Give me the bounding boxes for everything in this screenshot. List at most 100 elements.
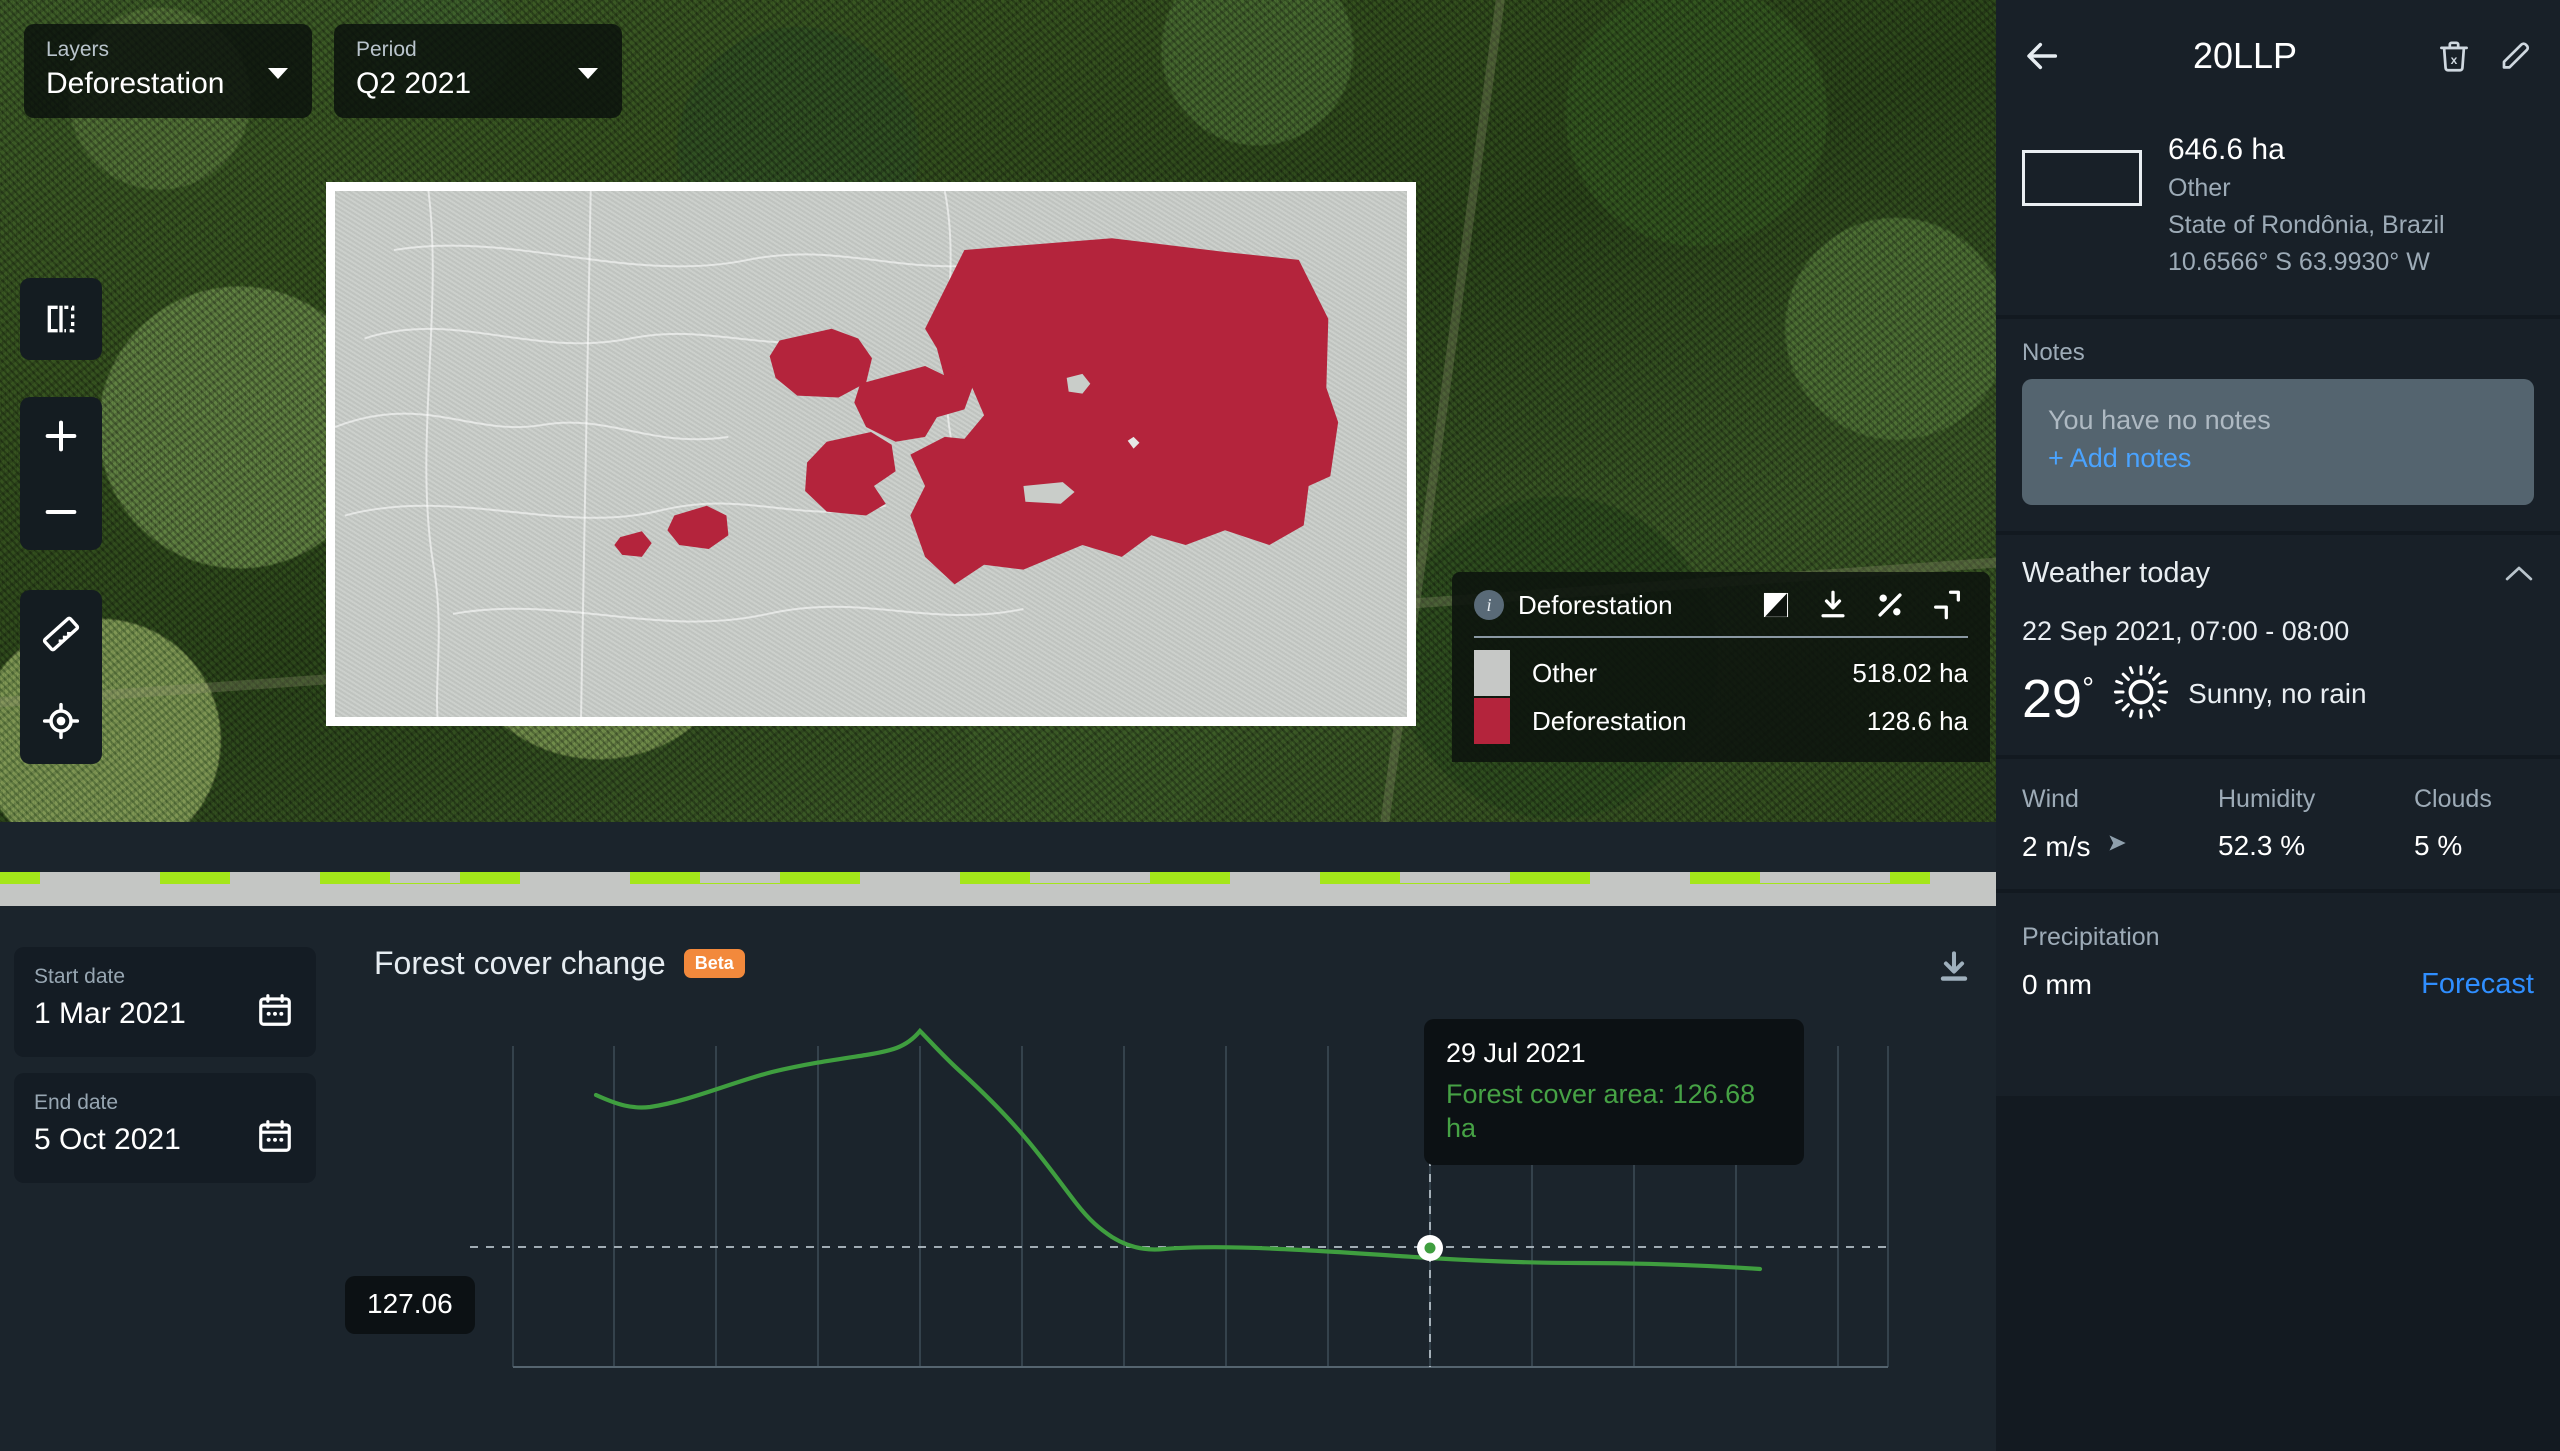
legend-value-deforestation: 128.6 ha	[1866, 705, 1968, 736]
precipitation-row: 0 mm Forecast	[2022, 968, 2534, 1001]
measure-button[interactable]	[20, 590, 102, 677]
satellite-map[interactable]: Layers Deforestation Period Q2 2021 i De…	[0, 0, 1996, 822]
weather-collapse-button[interactable]	[2504, 564, 2534, 584]
page-title: 20LLP	[2192, 35, 2298, 76]
weather-condition: Sunny, no rain	[2188, 678, 2367, 709]
chart-tooltip: 29 Jul 2021 Forest cover area: 126.68 ha	[1424, 1019, 1804, 1165]
aoi-area: 646.6 ha	[2168, 133, 2285, 166]
sidebar-actions: x	[2436, 38, 2534, 74]
forest-cover-chart[interactable]	[0, 917, 1996, 1451]
strip-notch	[1760, 872, 1890, 883]
map-tool-stack	[20, 278, 102, 764]
weather-metrics: Wind 2 m/s Humidity 52.3 % Clouds 5 %	[1996, 759, 2560, 889]
zoom-controls	[20, 397, 102, 550]
layers-dropdown-value: Deforestation	[46, 67, 225, 100]
weather-humidity: Humidity 52.3 %	[2218, 785, 2414, 863]
split-view-button[interactable]	[20, 278, 102, 360]
clouds-label: Clouds	[2414, 785, 2492, 813]
strip-notch	[390, 872, 460, 883]
humidity-value: 52.3 %	[2218, 830, 2306, 861]
percent-icon[interactable]	[1873, 588, 1907, 622]
notes-section: Notes You have no notes + Add notes	[1996, 319, 2560, 531]
aoi-summary: 646.6 ha Other State of Rondônia, Brazil…	[1996, 112, 2560, 315]
download-icon[interactable]	[1816, 588, 1850, 622]
deforestation-polygons	[614, 238, 1339, 585]
legend-row-deforestation: Deforestation 128.6 ha	[1474, 698, 1968, 744]
strip-notch	[1400, 872, 1510, 883]
weather-section: Weather today 22 Sep 2021, 07:00 - 08:00…	[1996, 535, 2560, 755]
tooltip-value: Forest cover area: 126.68 ha	[1446, 1079, 1756, 1143]
strip-notch	[230, 872, 320, 884]
app-root: Layers Deforestation Period Q2 2021 i De…	[0, 0, 2560, 1451]
map-filter-bar: Layers Deforestation Period Q2 2021	[24, 24, 622, 118]
period-dropdown[interactable]: Period Q2 2021	[334, 24, 622, 118]
wind-label: Wind	[2022, 785, 2079, 813]
chevron-up-icon	[2505, 566, 2533, 580]
aoi-thumbnail	[2022, 150, 2142, 206]
legend-action-icons	[1759, 588, 1968, 622]
delete-button[interactable]: x	[2436, 38, 2472, 74]
layers-dropdown[interactable]: Layers Deforestation	[24, 24, 312, 118]
wind-direction-icon	[2104, 830, 2130, 863]
legend-title: Deforestation	[1518, 589, 1673, 620]
compare-image-icon[interactable]	[1759, 588, 1793, 622]
strip-notch	[1030, 872, 1150, 883]
precipitation-section: Precipitation 0 mm Forecast	[1996, 893, 2560, 1027]
minus-icon	[45, 509, 77, 514]
trash-icon: x	[2440, 41, 2468, 72]
notes-label: Notes	[2022, 339, 2085, 366]
period-dropdown-value: Q2 2021	[356, 67, 472, 100]
add-notes-link[interactable]: + Add notes	[2048, 439, 2508, 477]
notes-box[interactable]: You have no notes + Add notes	[2022, 379, 2534, 505]
weather-datetime: 22 Sep 2021, 07:00 - 08:00	[2022, 616, 2350, 646]
strip-notch	[1230, 872, 1320, 884]
weather-clouds: Clouds 5 %	[2414, 785, 2534, 863]
legend-label-other: Other	[1532, 657, 1598, 688]
info-icon[interactable]: i	[1474, 590, 1504, 620]
weather-temperature: 29°	[2022, 657, 2094, 731]
notes-empty-text: You have no notes	[2048, 405, 2271, 435]
zoom-in-button[interactable]	[20, 398, 102, 474]
measure-and-locate-controls	[20, 590, 102, 764]
pencil-icon	[2502, 42, 2530, 69]
precipitation-label: Precipitation	[2022, 923, 2160, 951]
locate-button[interactable]	[20, 677, 102, 764]
humidity-label: Humidity	[2218, 785, 2316, 813]
sun-icon	[2112, 663, 2170, 726]
legend-swatch-deforestation	[1474, 698, 1510, 744]
sidebar-footer-area	[1996, 1096, 2560, 1451]
main-column: Layers Deforestation Period Q2 2021 i De…	[0, 0, 1996, 1451]
weather-current: 29° Sunny, no rain	[2022, 657, 2534, 731]
chevron-down-icon	[578, 68, 598, 79]
tooltip-date: 29 Jul 2021	[1446, 1038, 1586, 1068]
chart-crosshair-value: 127.06	[345, 1276, 475, 1334]
aoi-raster-overlay[interactable]	[326, 182, 1416, 726]
precipitation-value: 0 mm	[2022, 968, 2092, 1000]
period-dropdown-label: Period	[356, 38, 417, 61]
detail-sidebar: 20LLP x 646.6 ha Other State of Rondônia…	[1996, 0, 2560, 1451]
weather-header: Weather today	[2022, 557, 2534, 590]
legend-divider	[1474, 636, 1968, 638]
strip-notch	[1590, 872, 1690, 884]
sidebar-header: 20LLP x	[1996, 0, 2560, 112]
zoom-out-button[interactable]	[20, 474, 102, 550]
wind-value: 2 m/s	[2022, 830, 2091, 862]
weather-wind: Wind 2 m/s	[2022, 785, 2218, 863]
wind-value-row: 2 m/s	[2022, 830, 2218, 863]
timeline-strip-area	[0, 822, 1996, 917]
strip-notch	[520, 872, 630, 884]
timeline-strip[interactable]	[0, 872, 1996, 906]
strip-notch	[860, 872, 960, 884]
degree-symbol: °	[2082, 672, 2095, 705]
strip-notch	[40, 872, 160, 885]
split-view-icon	[47, 305, 75, 333]
strip-notch	[1930, 872, 1996, 884]
legend-value-other: 518.02 ha	[1852, 657, 1968, 688]
expand-icon[interactable]	[1930, 588, 1964, 622]
aoi-coordinates: 10.6566° S 63.9930° W	[2168, 248, 2430, 276]
legend-swatch-other	[1474, 650, 1510, 696]
legend-label-deforestation: Deforestation	[1532, 705, 1687, 736]
forecast-link[interactable]: Forecast	[2421, 968, 2534, 1001]
edit-button[interactable]	[2498, 38, 2534, 74]
strip-notch	[700, 872, 780, 883]
